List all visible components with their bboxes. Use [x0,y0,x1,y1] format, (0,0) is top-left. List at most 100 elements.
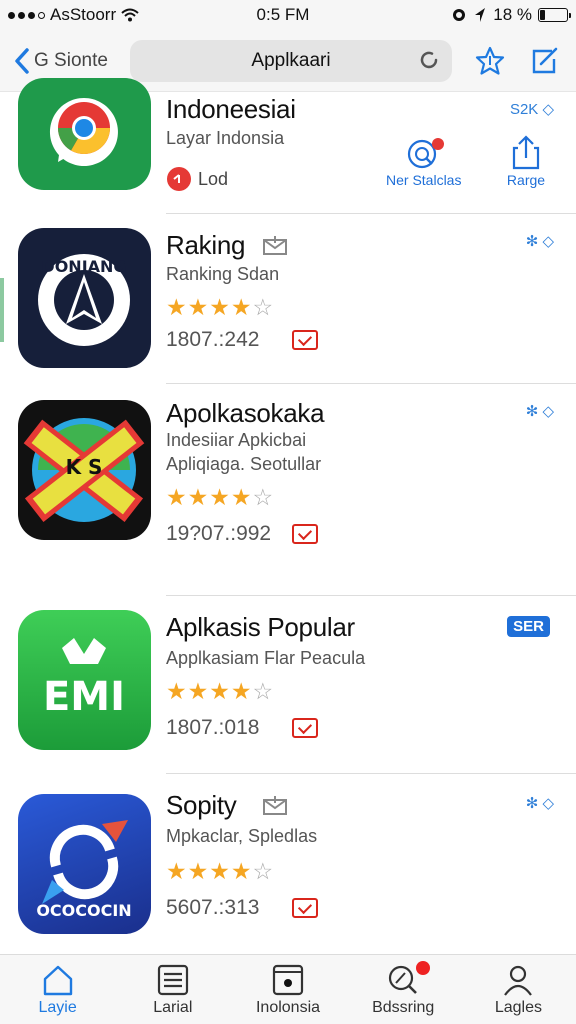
notification-dot [415,961,430,975]
app-icon-sopity[interactable]: OCOCOCIN [18,794,151,934]
star-empty-icon: ☆ [252,678,274,704]
star-filled-icon: ★ [230,678,252,704]
chevron-left-icon [15,47,29,74]
battery-fill [540,10,545,20]
envelope-icon [263,236,287,255]
alarm-icon [453,9,466,21]
app-icon-apolkas[interactable]: K S [18,400,151,540]
share-icon [512,135,540,170]
battery-icon [538,8,571,22]
rating-count: 1807.:018 [166,716,260,739]
refresh-icon[interactable] [418,49,440,71]
app-icon-browser[interactable] [18,78,151,190]
star-filled-icon: ★ [209,484,230,510]
app-subtitle: Indesiiar Apkicbai [166,430,307,450]
browser-logo-icon [49,98,118,166]
carrier-name: AsStoorr [50,5,117,24]
star-empty-icon: ☆ [252,294,274,320]
app-title: Apolkasokaka [166,398,325,428]
tab-inolonsia[interactable]: Inolonsia [230,955,345,1024]
search-text: Applkaari [251,49,331,71]
tab-label: Lagles [494,998,542,1016]
battery-percent: 18 % [493,5,532,24]
location-arrow-icon [475,8,486,22]
status-left: AsStoorr [8,5,198,25]
icon-text: EMI [43,674,125,720]
search-field[interactable]: Applkaari [130,39,452,82]
compose-icon[interactable] [528,45,560,77]
tab-bar: Layie Larial Inolonsia Bdssring Lagles [0,954,576,1024]
app-title: Sopity [166,790,237,820]
tab-lagles[interactable]: Lagles [461,955,576,1024]
star-filled-icon: ★ [187,484,209,510]
tab-larial[interactable]: Larial [115,955,230,1024]
app-title: Indoneesiai [166,94,296,124]
star-empty-icon: ☆ [252,858,274,884]
signal-dots-icon [8,11,45,19]
star-filled-icon: ★ [166,294,187,320]
crossed-sign-icon: K S [23,418,145,523]
list-item[interactable]: K S Apolkasokaka Indesiiar Apkicbai Apli… [0,384,576,596]
icon-text: DONIANG [41,257,126,276]
tab-bdssring[interactable]: Bdssring [346,955,461,1024]
action-label: Ner Stalclas [386,172,462,188]
nav-actions [474,45,560,77]
rating-stars: ★ ★ ★ ★ ☆ [166,486,273,509]
star-filled-icon: ★ [209,858,230,884]
gift-badge-icon[interactable] [292,330,318,350]
rating-stars: ★ ★ ★ ★ ☆ [166,860,273,883]
app-title: Aplkasis Popular [166,612,355,642]
download-status-icon [167,167,191,191]
app-title: Raking [166,230,246,260]
star-filled-icon: ★ [166,678,187,704]
back-label: G Sionte [34,49,108,71]
back-button[interactable]: G Sionte [14,47,130,74]
corner-mark: S2K ◇ [509,101,554,118]
star-filled-icon: ★ [209,678,230,704]
app-subtitle: Ranking Sdan [166,264,280,284]
star-filled-icon: ★ [166,858,187,884]
list-item[interactable]: DONIANG Raking Ranking Sdan ★ ★ ★ ★ ☆ 1807.:… [0,214,576,384]
gift-badge-icon[interactable] [292,898,318,918]
list-icon [157,964,188,995]
status-bar: AsStoorr 0:5 FM 18 % [0,0,576,30]
status-right: 18 % [368,5,571,25]
app-subtitle-2: Apliqiaga. Seotullar [166,454,322,474]
action-rarge[interactable]: Rarge [506,134,546,188]
list-item[interactable]: Indoneesiai Layar Indonsia Lod S2K ◇ Ner… [0,78,576,214]
app-icon-popular[interactable]: EMI [18,610,151,750]
tab-layie[interactable]: Layie [0,955,115,1024]
action-label: Rarge [506,172,546,188]
gift-badge-icon[interactable] [292,524,318,544]
app-subtitle: Layar Indonsia [166,128,285,148]
envelope-icon [263,796,287,815]
app-subtitle: Mpkaclar, Spledlas [166,826,318,846]
sync-arrows-icon: OCOCOCIN [36,820,132,920]
tab-label: Larial [153,998,193,1016]
gift-badge-icon[interactable] [292,718,318,738]
star-filled-icon: ★ [187,294,209,320]
star-filled-icon: ★ [230,294,252,320]
tablet-icon [272,964,304,995]
status-time: 0:5 FM [256,5,310,24]
star-icon[interactable] [474,45,506,77]
tab-label: Bdssring [372,998,435,1016]
app-extra: Lod [198,169,229,189]
star-filled-icon: ★ [187,678,209,704]
list-item[interactable]: OCOCOCIN Sopity Mpkaclar, Spledlas ★ ★ ★ ★ ☆… [0,774,576,954]
icon-text: K S [66,455,103,479]
compass-logo-icon: DONIANG [38,254,130,346]
rating-count: 1807.:242 [166,328,260,351]
tab-label: Inolonsia [255,998,321,1016]
icon-text: OCOCOCIN [36,901,131,920]
star-filled-icon: ★ [187,858,209,884]
app-icon-doniang[interactable]: DONIANG [18,228,151,368]
home-icon [43,965,72,995]
rating-stars: ★ ★ ★ ★ ☆ [166,680,273,703]
star-filled-icon: ★ [166,484,187,510]
corner-mark: ✻ ◇ [525,403,554,420]
tab-label: Layie [38,998,77,1016]
action-new-stalclas[interactable]: Ner Stalclas [386,134,461,188]
ser-badge: SER [507,616,550,637]
list-item[interactable]: EMI Aplkasis Popular Applkasiam Flar Pea… [0,596,576,774]
